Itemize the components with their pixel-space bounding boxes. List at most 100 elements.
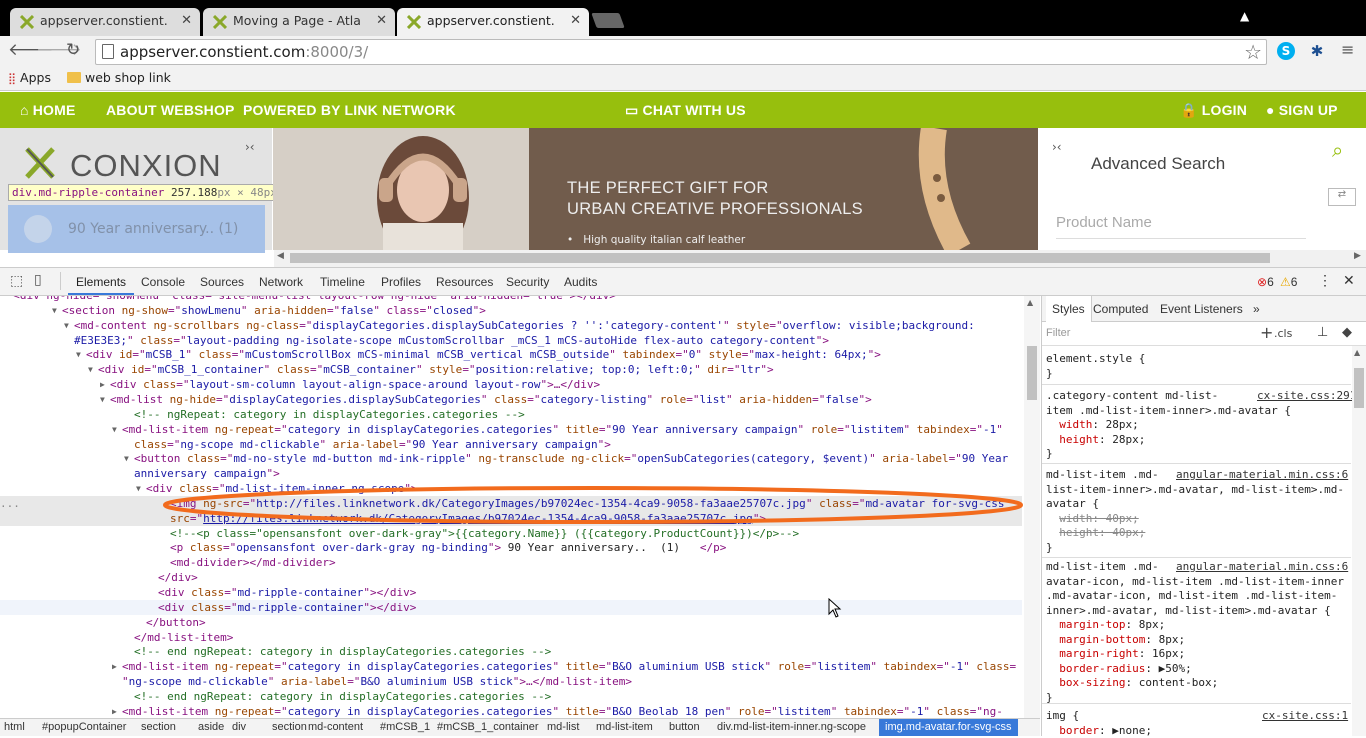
dom-tree-line[interactable]: <!-- ngRepeat: category in displayCatego… [0, 407, 1022, 422]
devtools-menu-icon[interactable]: ⋮ [1318, 272, 1332, 289]
selected-node-gutter-icon[interactable]: ... [0, 496, 20, 511]
dom-tree-line[interactable]: class="ng-scope md-clickable" aria-label… [0, 437, 1022, 452]
tab-security[interactable]: Security [506, 275, 549, 289]
rule-img[interactable]: img { border: ▶none; cx-site.css:1 [1046, 709, 1351, 738]
expand-down-arrow-icon[interactable]: ▼ [100, 392, 105, 407]
add-rule-icon[interactable]: + [1260, 323, 1273, 342]
dom-tree-line[interactable]: ▶ <md-list-item ng-repeat="category in di… [0, 704, 1022, 718]
nav-about-webshop[interactable]: ABOUT WEBSHOP [106, 102, 235, 118]
scroll-up-arrow-icon[interactable]: ▲ [1354, 348, 1360, 357]
more-tabs-icon[interactable]: » [1253, 302, 1260, 316]
reload-icon[interactable]: ↻ [66, 40, 80, 60]
breadcrumb-item[interactable]: md-list-item [596, 721, 653, 733]
url-text[interactable]: appserver.constient.com:8000/3/ [120, 43, 368, 61]
tab-styles[interactable]: Styles [1046, 296, 1092, 322]
nav-chat[interactable]: ▭ CHAT WITH US [625, 102, 746, 119]
nav-login[interactable]: 🔒 LOGIN [1180, 102, 1247, 119]
device-mode-icon[interactable]: ▯ [34, 272, 42, 288]
dom-tree-line[interactable]: <md-divider></md-divider> [0, 555, 1022, 570]
expand-down-arrow-icon[interactable]: ▼ [136, 481, 141, 496]
rule-source-link[interactable]: cx-site.css:1 [1262, 709, 1348, 724]
dom-tree-line[interactable]: ▼ <div id="mCSB_1" class="mCustomScrollBo… [0, 347, 1022, 362]
expand-right-arrow-icon[interactable]: ▶ [112, 704, 117, 718]
rule-md-avatar-overridden[interactable]: md-list-item .md- list-item-inner>.md-av… [1046, 468, 1351, 555]
scrollbar-thumb[interactable] [290, 253, 1270, 263]
rule-element-style[interactable]: element.style { } [1046, 352, 1145, 381]
tab-elements[interactable]: Elements [76, 275, 126, 289]
dom-tree-line[interactable]: ▼ <section ng-show="showLmenu" aria-hidde… [0, 303, 1022, 318]
warning-count[interactable]: ⚠6 [1280, 275, 1297, 289]
dom-tree-line[interactable]: ▼ <md-list ng-hide="displayCategories.dis… [0, 392, 1022, 407]
dom-tree-line[interactable]: </md-list-item> [0, 630, 1022, 645]
scrollbar-thumb[interactable] [1354, 368, 1364, 408]
dom-tree-line[interactable]: #E3E3E3;" class="layout-padding ng-isola… [0, 333, 1022, 348]
expand-right-arrow-icon[interactable]: ▶ [100, 377, 105, 392]
cls-toggle[interactable]: .cls [1274, 327, 1292, 340]
dom-tree-line[interactable]: <!-- end ngRepeat: category in displayCa… [0, 644, 1022, 659]
page-horizontal-scrollbar[interactable]: ◀ ▶ [274, 250, 1366, 267]
dom-tree-line[interactable]: <div class="md-ripple-container"></div> [0, 599, 1022, 615]
nav-powered-by[interactable]: POWERED BY LINK NETWORK [243, 102, 456, 118]
rule-category-content-avatar[interactable]: .category-content md-list- item .md-list… [1046, 389, 1356, 462]
dom-tree-line[interactable]: "ng-scope md-clickable" aria-label="B&O … [0, 674, 1022, 689]
tab-computed[interactable]: Computed [1093, 302, 1148, 316]
promo-banner[interactable]: THE PERFECT GIFT FOR URBAN CREATIVE PROF… [273, 128, 1038, 250]
dom-tree-line[interactable]: <div class="md-ripple-container"></div> [0, 585, 1022, 600]
product-name-input[interactable]: Product Name [1056, 214, 1306, 239]
dom-tree-line[interactable]: <!--<p class="opensansfont over-dark-gra… [0, 526, 1022, 541]
category-list-item-highlighted[interactable]: 90 Year anniversary.. (1) [8, 205, 265, 253]
breadcrumb-item[interactable]: #mCSB_1_container [437, 721, 539, 733]
scroll-left-arrow-icon[interactable]: ◀ [277, 251, 284, 261]
breadcrumb-item[interactable]: aside [198, 721, 224, 733]
breadcrumb-item[interactable]: div [232, 721, 246, 733]
browser-tab-2[interactable]: Moving a Page - Atlassian ✕ [203, 8, 395, 36]
tab-console[interactable]: Console [141, 275, 185, 289]
expand-down-arrow-icon[interactable]: ▼ [112, 422, 117, 437]
browser-tab-3-active[interactable]: appserver.constient.com:8 ✕ [397, 8, 589, 36]
new-tab-button[interactable] [591, 13, 625, 28]
dom-tree-line[interactable]: <!-- end ngRepeat: category in displayCa… [0, 689, 1022, 704]
scroll-up-arrow-icon[interactable]: ▲ [1027, 298, 1033, 307]
breadcrumb-item[interactable]: html [4, 721, 25, 733]
dom-tree-line[interactable]: ▼ <md-content ng-scrollbars ng-class="dis… [0, 318, 1022, 333]
tab-resources[interactable]: Resources [436, 275, 493, 289]
tab-network[interactable]: Network [259, 275, 303, 289]
collapse-search-icon[interactable]: ›‹ [1052, 140, 1062, 154]
styles-vertical-scrollbar[interactable]: ▲ [1352, 346, 1366, 736]
breadcrumb-item[interactable]: div.md-list-item-inner.ng-scope [717, 721, 866, 733]
web-shop-link-bookmark[interactable]: web shop link [67, 70, 171, 85]
dom-tree-line[interactable]: ▶ <div class="layout-sm-column layout-ali… [0, 377, 1022, 392]
nav-home[interactable]: ⌂ HOME [20, 102, 76, 118]
apps-bookmark[interactable]: ⣿ Apps [8, 70, 51, 85]
breadcrumb-item[interactable]: section [272, 721, 307, 733]
expand-down-arrow-icon[interactable]: ▼ [124, 451, 129, 466]
user-profile-icon[interactable]: ▲ [1240, 9, 1249, 23]
breadcrumb-item[interactable]: md-list [547, 721, 579, 733]
inspect-element-icon[interactable]: ⬚ [10, 273, 23, 289]
dom-tree-line[interactable]: <p class="opensansfont over-dark-gray ng… [0, 540, 1022, 555]
rule-source-link[interactable]: angular-material.min.css:6 [1176, 468, 1348, 483]
breadcrumb-item[interactable]: img.md-avatar.for-svg-css [879, 719, 1018, 736]
scrollbar-thumb[interactable] [1027, 346, 1037, 400]
menu-icon[interactable]: ≡ [1341, 40, 1354, 59]
dom-tree-line[interactable]: ▼ <div id="mCSB_1_container" class="mCSB_… [0, 362, 1022, 377]
rule-md-avatar-margins[interactable]: md-list-item .md- avatar-icon, md-list-i… [1046, 560, 1351, 705]
close-tab-icon[interactable]: ✕ [376, 13, 387, 28]
expand-right-arrow-icon[interactable]: ▶ [112, 659, 117, 674]
close-tab-icon[interactable]: ✕ [570, 13, 581, 28]
address-bar[interactable]: appserver.constient.com:8000/3/ ☆ [95, 39, 1267, 65]
nav-signup[interactable]: ● SIGN UP [1266, 102, 1338, 118]
dom-tree-line[interactable]: </button> [0, 615, 1022, 630]
breadcrumb-item[interactable]: md-content [308, 721, 363, 733]
scroll-right-arrow-icon[interactable]: ▶ [1354, 251, 1361, 261]
close-devtools-icon[interactable]: ✕ [1343, 272, 1355, 289]
tab-profiles[interactable]: Profiles [381, 275, 421, 289]
dom-vertical-scrollbar[interactable]: ▲ [1024, 296, 1040, 718]
expand-down-arrow-icon[interactable]: ▼ [88, 362, 93, 377]
collapse-panel-icon[interactable]: ›‹ [245, 140, 255, 154]
dom-tree-line[interactable]: ▼ <button class="md-no-style md-button md… [0, 451, 1022, 466]
bookmark-star-icon[interactable]: ☆ [1244, 40, 1262, 64]
breadcrumb-item[interactable]: #mCSB_1 [380, 721, 430, 733]
browser-tab-1[interactable]: appserver.constient.com:8 ✕ [10, 8, 200, 36]
dom-tree-line[interactable]: anniversary campaign"> [0, 466, 1022, 481]
